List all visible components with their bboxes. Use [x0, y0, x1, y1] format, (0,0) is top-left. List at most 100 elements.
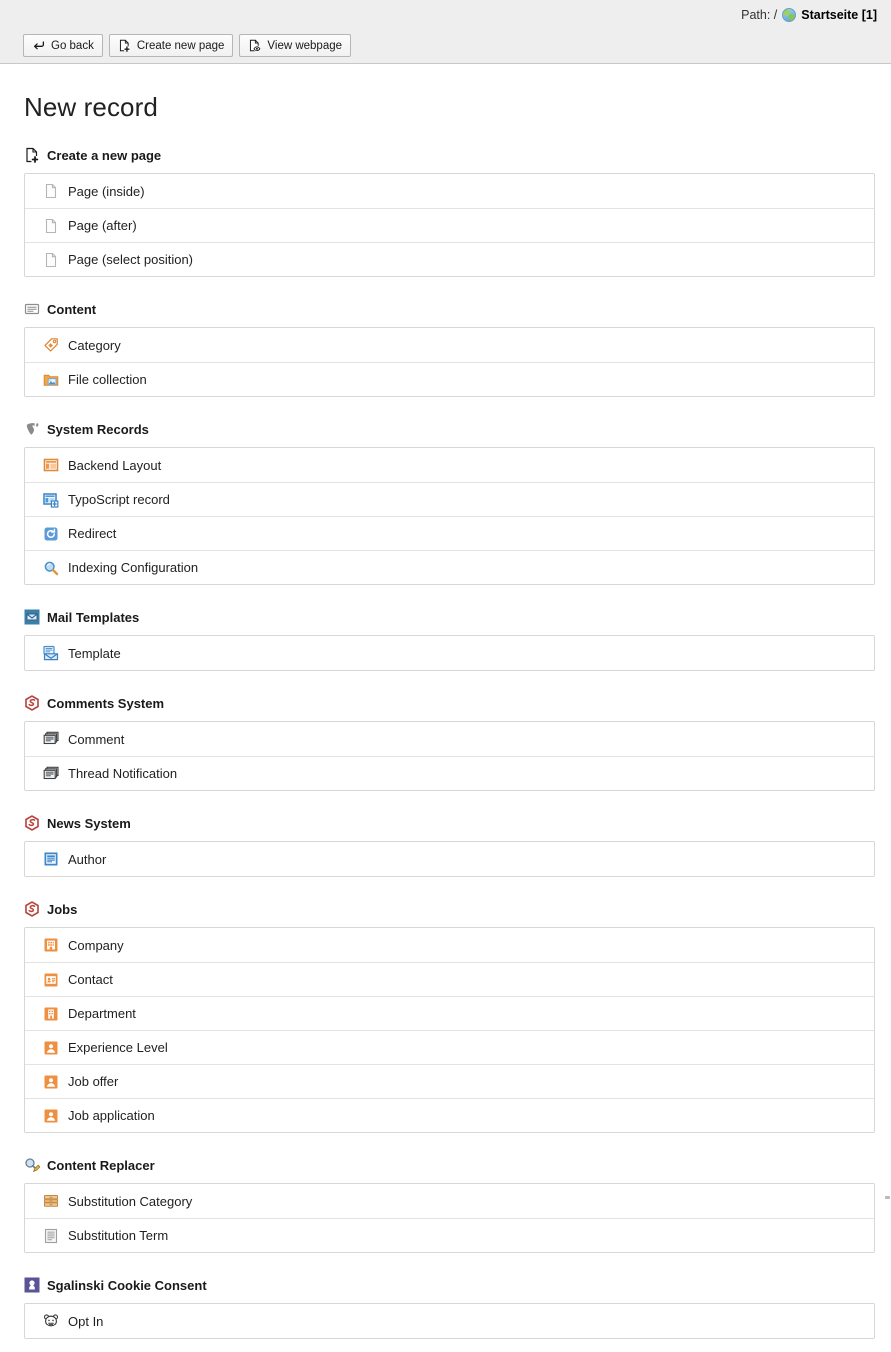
go-back-button[interactable]: Go back: [23, 34, 103, 57]
new-record-item-job-offer[interactable]: Job offer: [25, 1064, 874, 1098]
group-header: Jobs: [24, 900, 875, 918]
comments-icon: [43, 766, 59, 782]
redirect-icon: [43, 526, 59, 542]
group-header: Create a new page: [24, 146, 875, 164]
item-label: Redirect: [68, 526, 117, 541]
new-record-item-opt-in[interactable]: Opt In: [25, 1304, 874, 1338]
item-label: Experience Level: [68, 1040, 168, 1055]
scrollbar-indicator[interactable]: [885, 1196, 890, 1199]
record-group-content: Content Category File collection: [24, 300, 875, 397]
path-label: Path: /: [741, 8, 778, 22]
new-record-item-typoscript-record[interactable]: TypoScript record: [25, 482, 874, 516]
new-record-item-page-select-position[interactable]: Page (select position): [25, 242, 874, 276]
person-icon: [43, 1074, 59, 1090]
document-lines-icon: [43, 1228, 59, 1244]
company-building-icon: [43, 937, 59, 953]
new-record-item-category[interactable]: Category: [25, 328, 874, 362]
create-new-page-label: Create new page: [136, 39, 225, 52]
new-record-item-page-inside[interactable]: Page (inside): [25, 174, 874, 208]
item-label: Comment: [68, 731, 125, 747]
record-list: Backend Layout TypoScript record Redirec…: [24, 447, 875, 585]
breadcrumb: Path: / Startseite [1]: [741, 8, 877, 22]
item-label: Author: [68, 851, 107, 867]
record-list: Category File collection: [24, 327, 875, 397]
new-record-item-page-after[interactable]: Page (after): [25, 208, 874, 242]
magnifier-pencil-icon: [24, 1157, 41, 1173]
item-label: File collection: [68, 372, 147, 387]
group-title: Content Replacer: [47, 1157, 155, 1173]
contact-card-icon: [43, 972, 59, 988]
new-record-item-redirect[interactable]: Redirect: [25, 516, 874, 550]
item-label: Job application: [68, 1108, 155, 1123]
group-header: Mail Templates: [24, 608, 875, 626]
group-header: Sgalinski Cookie Consent: [24, 1276, 875, 1294]
doc-header: Path: / Startseite [1] Go back Create ne…: [0, 0, 891, 64]
record-list: Substitution Category Substitution Term: [24, 1183, 875, 1253]
item-label: Backend Layout: [68, 457, 162, 473]
record-list: Template: [24, 635, 875, 671]
item-label: Template: [68, 645, 121, 661]
new-record-item-job-application[interactable]: Job application: [25, 1098, 874, 1132]
go-back-label: Go back: [51, 39, 94, 52]
item-label: Page (select position): [68, 252, 194, 267]
group-header: Content Replacer: [24, 1156, 875, 1174]
author-card-icon: [43, 851, 59, 867]
backend-layout-icon: [43, 457, 59, 473]
new-record-item-file-collection[interactable]: File collection: [25, 362, 874, 396]
new-record-item-substitution-term[interactable]: Substitution Term: [25, 1218, 874, 1252]
item-label: Category: [68, 337, 121, 353]
tag-icon: [43, 337, 59, 353]
view-webpage-button[interactable]: View webpage: [239, 34, 352, 57]
new-record-item-indexing-configuration[interactable]: Indexing Configuration: [25, 550, 874, 584]
new-record-item-author[interactable]: Author: [25, 842, 874, 876]
page-new-icon: [24, 147, 40, 163]
item-label: Page (inside): [68, 183, 145, 199]
record-group-content-replacer: Content Replacer Substitution Category S…: [24, 1156, 875, 1253]
item-label: Indexing Configuration: [68, 560, 199, 575]
person-icon: [43, 1040, 59, 1056]
record-list: Opt In: [24, 1303, 875, 1339]
new-record-item-thread-notification[interactable]: Thread Notification: [25, 756, 874, 790]
magnifier-icon: [43, 560, 59, 576]
group-header: Comments System: [24, 694, 875, 712]
page-title: New record: [24, 92, 158, 122]
page-icon: [43, 252, 59, 268]
create-new-page-button[interactable]: Create new page: [108, 34, 234, 57]
new-record-item-backend-layout[interactable]: Backend Layout: [25, 448, 874, 482]
item-label: Department: [68, 1006, 136, 1021]
extension-hexagon-icon: [24, 815, 40, 831]
new-record-item-department[interactable]: Department: [25, 996, 874, 1030]
group-header: System Records: [24, 420, 875, 438]
cookie-icon: [43, 1313, 59, 1329]
record-list: Comment Thread Notification: [24, 721, 875, 791]
group-title: Sgalinski Cookie Consent: [47, 1277, 207, 1293]
new-record-item-substitution-category[interactable]: Substitution Category: [25, 1184, 874, 1218]
cookie-consent-badge-icon: [24, 1277, 40, 1293]
item-label: Job offer: [68, 1074, 119, 1089]
record-group-system-records: System Records Backend Layout TypoScript…: [24, 420, 875, 585]
item-label: TypoScript record: [68, 492, 170, 507]
new-record-item-experience-level[interactable]: Experience Level: [25, 1030, 874, 1064]
item-label: Company: [68, 937, 124, 953]
group-title: Comments System: [47, 695, 165, 711]
new-record-item-template[interactable]: Template: [25, 636, 874, 670]
page-icon: [43, 183, 59, 199]
group-header: News System: [24, 814, 875, 832]
view-webpage-label: View webpage: [267, 39, 343, 52]
new-record-item-contact[interactable]: Contact: [25, 962, 874, 996]
group-title: Content: [47, 301, 97, 317]
group-title: Jobs: [47, 901, 78, 917]
record-group-mail-templates: Mail Templates Template: [24, 608, 875, 671]
new-record-item-company[interactable]: Company: [25, 928, 874, 962]
department-building-icon: [43, 1006, 59, 1022]
record-group-news-system: News System Author: [24, 814, 875, 877]
item-label: Thread Notification: [68, 766, 178, 781]
main-content: New record Create a new page Page (insid…: [0, 92, 891, 1339]
drawer-icon: [43, 1193, 59, 1209]
globe-icon: [782, 8, 797, 22]
item-label: Page (after): [68, 218, 137, 233]
group-title: News System: [47, 815, 131, 831]
new-record-page: Path: / Startseite [1] Go back Create ne…: [0, 0, 891, 1352]
mail-extension-icon: [24, 609, 40, 625]
new-record-item-comment[interactable]: Comment: [25, 722, 874, 756]
